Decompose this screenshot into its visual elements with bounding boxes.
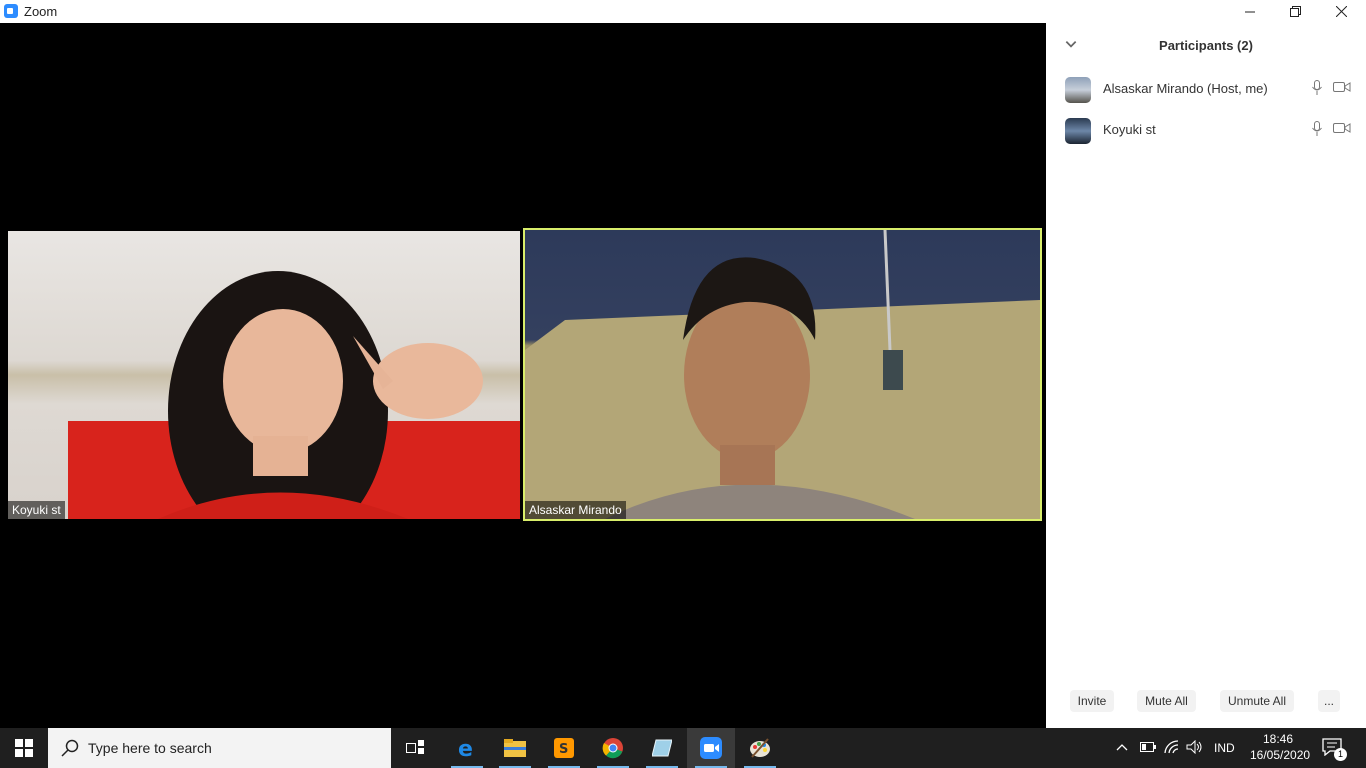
participant-name: Alsaskar Mirando (Host, me) <box>1103 81 1268 96</box>
file-explorer-button[interactable] <box>491 728 539 768</box>
zoom-app-icon <box>700 737 722 759</box>
chrome-button[interactable] <box>589 728 637 768</box>
video-name-label: Alsaskar Mirando <box>525 501 626 519</box>
window-title: Zoom <box>24 4 58 19</box>
edge-button[interactable]: e <box>443 728 491 768</box>
windows-logo-icon <box>15 739 33 757</box>
svg-text:S: S <box>559 742 568 757</box>
taskbar-clock[interactable]: 18:46 16/05/2020 <box>1250 731 1311 763</box>
video-camera-icon[interactable] <box>1333 81 1351 93</box>
mute-all-button[interactable]: Mute All <box>1137 690 1196 712</box>
participant-name: Koyuki st <box>1103 122 1156 137</box>
folder-icon <box>504 739 526 757</box>
title-bar: Zoom <box>0 0 1366 23</box>
volume-icon[interactable] <box>1186 740 1204 754</box>
notepad-button[interactable] <box>638 728 686 768</box>
paint-palette-icon <box>750 738 770 758</box>
close-button[interactable] <box>1318 0 1364 23</box>
svg-text:e: e <box>458 737 473 759</box>
taskbar-search-box[interactable]: Type here to search <box>48 728 391 768</box>
participant-video-feed <box>68 271 520 519</box>
paint-button[interactable] <box>736 728 784 768</box>
participant-row[interactable]: Koyuki st <box>1046 110 1366 150</box>
minimize-button[interactable] <box>1227 0 1273 23</box>
participants-panel: Participants (2) Alsaskar Mirando (Host,… <box>1046 23 1366 728</box>
restore-icon <box>1289 6 1301 17</box>
video-tile-active-speaker[interactable]: Alsaskar Mirando <box>523 228 1042 521</box>
unmute-all-button[interactable]: Unmute All <box>1220 690 1294 712</box>
more-options-button[interactable]: ... <box>1318 690 1340 712</box>
minimize-icon <box>1245 11 1255 12</box>
clock-time: 18:46 <box>1262 732 1294 746</box>
wifi-icon[interactable] <box>1164 740 1180 754</box>
video-gallery: Koyuki st Alsaskar Mirando <box>0 23 1046 728</box>
search-placeholder: Type here to search <box>88 740 212 756</box>
microphone-icon[interactable] <box>1312 121 1322 137</box>
video-tile[interactable]: Koyuki st <box>8 231 520 519</box>
zoom-taskbar-button[interactable] <box>687 728 735 768</box>
participant-video-feed <box>525 230 1040 519</box>
restore-button[interactable] <box>1272 0 1318 23</box>
chevron-up-icon[interactable] <box>1116 743 1128 751</box>
battery-icon[interactable] <box>1140 742 1156 752</box>
zoom-logo-icon <box>4 4 18 18</box>
taskbar: Type here to search e S IND 18:46 16/05/… <box>0 728 1366 768</box>
microphone-icon[interactable] <box>1312 80 1322 96</box>
chrome-icon <box>602 738 623 759</box>
video-name-label: Koyuki st <box>8 501 65 519</box>
avatar <box>1065 77 1091 103</box>
video-camera-icon[interactable] <box>1333 122 1351 134</box>
task-view-button[interactable] <box>392 728 440 768</box>
search-icon <box>61 739 79 757</box>
participants-title: Participants (2) <box>1159 38 1253 53</box>
close-icon <box>1335 6 1347 17</box>
notification-count-badge: 1 <box>1334 748 1347 761</box>
action-center-button[interactable]: 1 <box>1322 738 1347 761</box>
sublime-text-icon: S <box>554 738 574 758</box>
notepad-icon <box>652 739 672 757</box>
start-button[interactable] <box>0 728 48 768</box>
task-view-icon <box>406 740 424 754</box>
invite-button[interactable]: Invite <box>1070 690 1114 712</box>
edge-browser-icon: e <box>458 737 473 759</box>
sublime-text-button[interactable]: S <box>540 728 588 768</box>
clock-date: 16/05/2020 <box>1250 748 1311 762</box>
input-language-indicator[interactable]: IND <box>1214 741 1235 755</box>
avatar <box>1065 118 1091 144</box>
participant-row[interactable]: Alsaskar Mirando (Host, me) <box>1046 69 1366 109</box>
